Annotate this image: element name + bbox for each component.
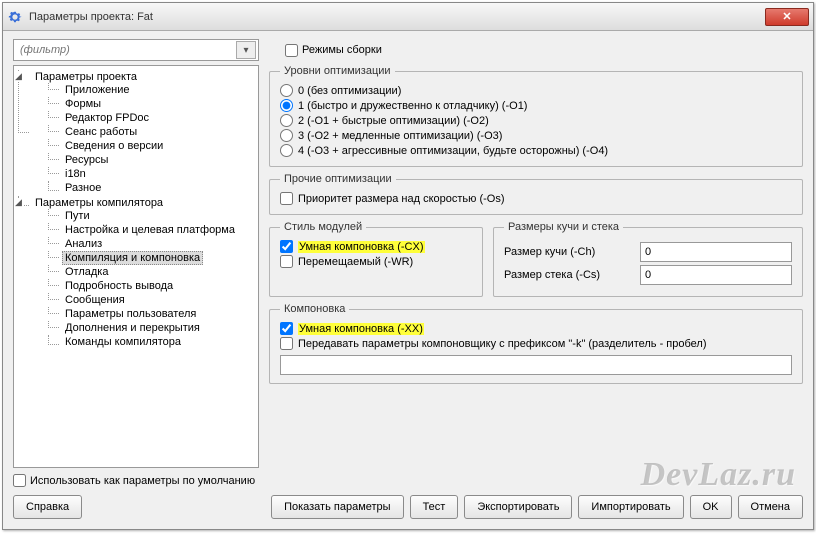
- tree-node-cmds[interactable]: Команды компилятора: [48, 335, 256, 349]
- tree-node-debug[interactable]: Отладка: [48, 265, 256, 279]
- import-button[interactable]: Импортировать: [578, 495, 683, 519]
- tree-node-userparams[interactable]: Параметры пользователя: [48, 307, 256, 321]
- funnel-icon: ▾: [243, 45, 248, 56]
- tree-node-analysis[interactable]: Анализ: [48, 237, 256, 251]
- heap-size-label: Размер кучи (-Ch): [504, 246, 634, 258]
- opt-o2-radio[interactable]: [280, 114, 293, 127]
- export-button[interactable]: Экспортировать: [464, 495, 572, 519]
- window-title: Параметры проекта: Fat: [29, 11, 765, 23]
- other-optimizations-legend: Прочие оптимизации: [280, 173, 396, 185]
- smartlink-cx-checkbox[interactable]: [280, 240, 293, 253]
- tree-node-paths[interactable]: Пути: [48, 209, 256, 223]
- opt-o3-label: 3 (-O2 + медленные оптимизации) (-O3): [298, 130, 502, 142]
- use-as-default-label: Использовать как параметры по умолчанию: [30, 475, 255, 487]
- tree-node-messages[interactable]: Сообщения: [48, 293, 256, 307]
- tree-node-compiler-options[interactable]: ◢ Параметры компилятора Пути Настройка и…: [18, 196, 256, 350]
- cancel-button[interactable]: Отмена: [738, 495, 803, 519]
- tree-node-version[interactable]: Сведения о версии: [48, 139, 256, 153]
- opt-o1-label: 1 (быстро и дружественно к отладчику) (-…: [298, 100, 527, 112]
- opt-o4-label: 4 (-O3 + агрессивные оптимизации, будьте…: [298, 145, 608, 157]
- help-button[interactable]: Справка: [13, 495, 82, 519]
- tree-node-i18n[interactable]: i18n: [48, 167, 256, 181]
- tree-node-verbose[interactable]: Подробность вывода: [48, 279, 256, 293]
- collapse-icon[interactable]: ◢: [14, 72, 23, 81]
- tree-node-resources[interactable]: Ресурсы: [48, 153, 256, 167]
- gear-icon: [7, 9, 23, 25]
- settings-pane: Уровни оптимизации 0 (без оптимизации) 1…: [269, 65, 803, 468]
- filter-clear-button[interactable]: ▾: [236, 41, 256, 59]
- options-tree[interactable]: ◢ Параметры проекта Приложение Формы Ред…: [13, 65, 259, 468]
- heap-stack-group: Размеры кучи и стека Размер кучи (-Ch) Р…: [493, 221, 803, 297]
- relocatable-wr-checkbox[interactable]: [280, 255, 293, 268]
- opt-o2-label: 2 (-O1 + быстрые оптимизации) (-O2): [298, 115, 489, 127]
- tree-node-override[interactable]: Дополнения и перекрытия: [48, 321, 256, 335]
- linking-group: Компоновка Умная компоновка (-XX) Переда…: [269, 303, 803, 384]
- dialog-window: Параметры проекта: Fat ✕ ▾ Режимы сборки: [2, 2, 814, 530]
- unit-style-legend: Стиль модулей: [280, 221, 366, 233]
- tree-node-forms[interactable]: Формы: [48, 97, 256, 111]
- tree-node-project-options[interactable]: ◢ Параметры проекта Приложение Формы Ред…: [18, 70, 256, 196]
- tree-node-session[interactable]: Сеанс работы: [48, 125, 256, 139]
- filter-box: ▾: [13, 39, 259, 61]
- stack-size-input[interactable]: [640, 265, 792, 285]
- opt-os-label: Приоритет размера над скоростью (-Os): [298, 193, 505, 205]
- other-optimizations-group: Прочие оптимизации Приоритет размера над…: [269, 173, 803, 215]
- opt-o0-label: 0 (без оптимизации): [298, 85, 401, 97]
- ok-button[interactable]: OK: [690, 495, 732, 519]
- pass-linker-opts-label: Передавать параметры компоновщику с преф…: [298, 338, 707, 350]
- tree-node-application[interactable]: Приложение: [48, 83, 256, 97]
- opt-o3-radio[interactable]: [280, 129, 293, 142]
- tree-node-misc[interactable]: Разное: [48, 181, 256, 195]
- optimization-levels-legend: Уровни оптимизации: [280, 65, 395, 77]
- tree-node-target[interactable]: Настройка и целевая платформа: [48, 223, 256, 237]
- use-as-default-checkbox[interactable]: [13, 474, 26, 487]
- smartlink-cx-label: Умная компоновка (-CX): [298, 241, 425, 253]
- pass-linker-opts-input[interactable]: [280, 355, 792, 375]
- opt-o4-radio[interactable]: [280, 144, 293, 157]
- top-row: ▾ Режимы сборки: [13, 39, 803, 61]
- collapse-icon[interactable]: ◢: [14, 198, 23, 207]
- opt-o0-radio[interactable]: [280, 84, 293, 97]
- heap-size-input[interactable]: [640, 242, 792, 262]
- filter-input[interactable]: [18, 43, 236, 57]
- unit-style-group: Стиль модулей Умная компоновка (-CX) Пер…: [269, 221, 483, 297]
- stack-size-label: Размер стека (-Cs): [504, 269, 634, 281]
- close-icon: ✕: [782, 10, 791, 23]
- pass-linker-opts-checkbox[interactable]: [280, 337, 293, 350]
- heap-stack-legend: Размеры кучи и стека: [504, 221, 623, 233]
- tree-node-compile-link[interactable]: Компиляция и компоновка: [48, 251, 256, 265]
- relocatable-wr-label: Перемещаемый (-WR): [298, 256, 413, 268]
- opt-os-checkbox[interactable]: [280, 192, 293, 205]
- linking-legend: Компоновка: [280, 303, 349, 315]
- smartlink-xx-label: Умная компоновка (-XX): [298, 323, 424, 335]
- dialog-body: ▾ Режимы сборки ◢ Параметры проекта Прил…: [3, 31, 813, 529]
- titlebar: Параметры проекта: Fat ✕: [3, 3, 813, 31]
- tree-node-fpdoc[interactable]: Редактор FPDoc: [48, 111, 256, 125]
- close-button[interactable]: ✕: [765, 8, 809, 26]
- button-bar: Справка Показать параметры Тест Экспорти…: [13, 491, 803, 525]
- test-button[interactable]: Тест: [410, 495, 459, 519]
- optimization-levels-group: Уровни оптимизации 0 (без оптимизации) 1…: [269, 65, 803, 167]
- smartlink-xx-checkbox[interactable]: [280, 322, 293, 335]
- build-modes-checkbox[interactable]: [285, 44, 298, 57]
- opt-o1-radio[interactable]: [280, 99, 293, 112]
- build-modes-label: Режимы сборки: [302, 44, 382, 56]
- show-params-button[interactable]: Показать параметры: [271, 495, 404, 519]
